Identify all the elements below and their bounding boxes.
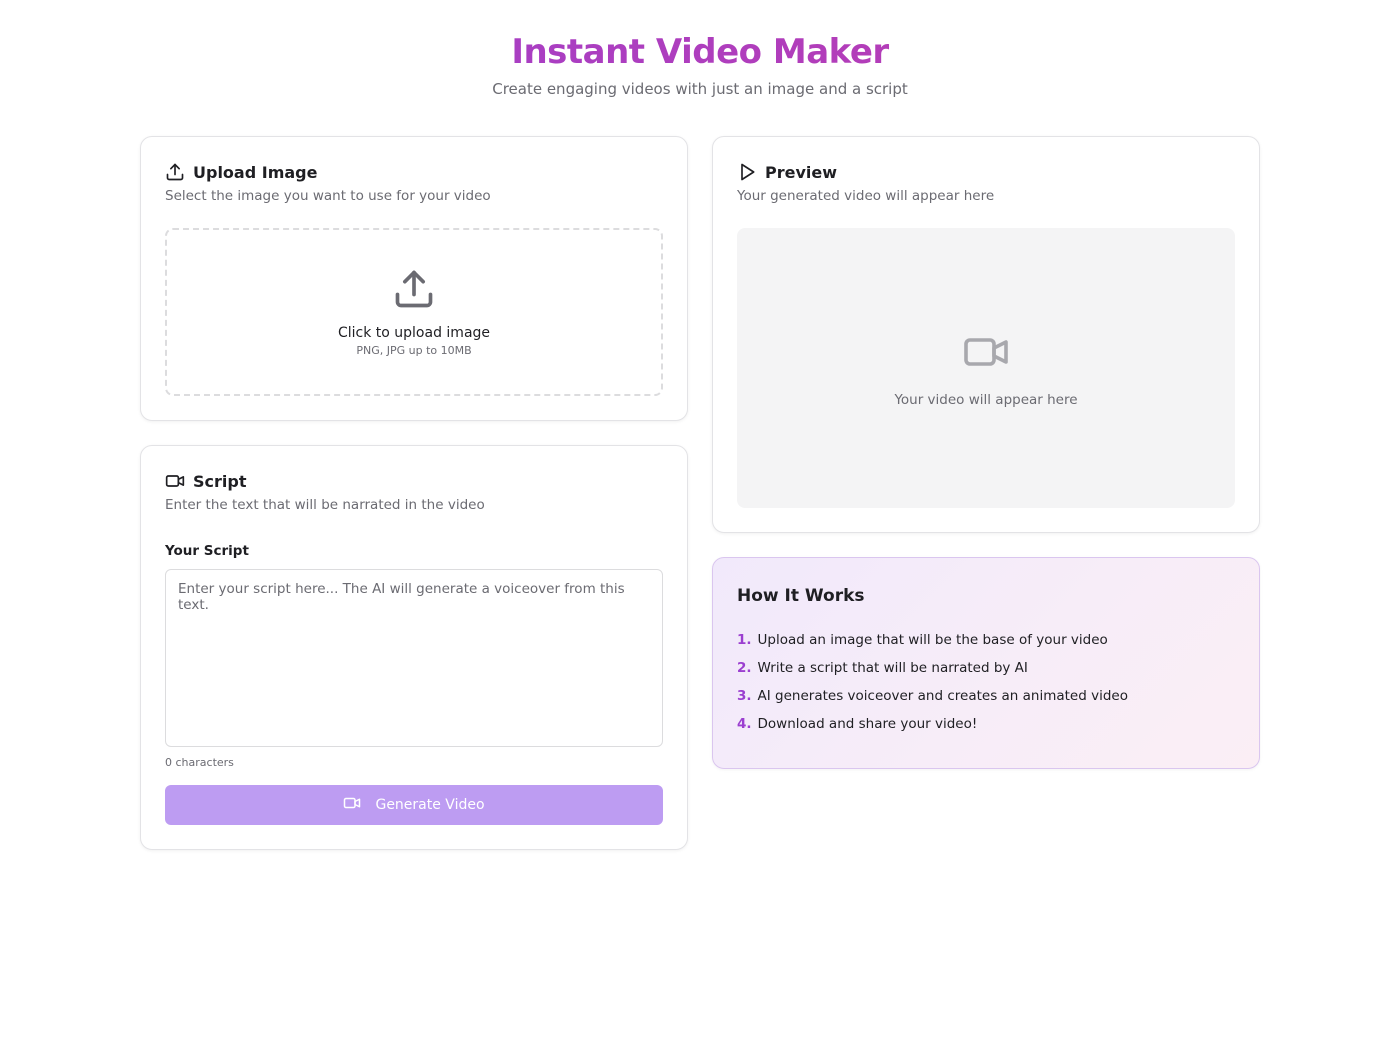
preview-card-header: Preview [737, 161, 1235, 183]
step-number: 1. [737, 632, 752, 648]
video-preview-area: Your video will appear here [737, 228, 1235, 508]
step-text: Upload an image that will be the base of… [757, 632, 1108, 648]
preview-card: Preview Your generated video will appear… [712, 136, 1260, 533]
script-input[interactable] [165, 569, 663, 747]
script-card-description: Enter the text that will be narrated in … [165, 497, 485, 513]
video-placeholder-text: Your video will appear here [894, 392, 1078, 408]
video-placeholder-icon [962, 328, 1010, 380]
script-card-header: Script [165, 470, 663, 492]
how-it-works-step: 1. Upload an image that will be the base… [737, 632, 1235, 660]
preview-card-title: Preview [765, 162, 838, 182]
script-field-label: Your Script [165, 543, 249, 559]
upload-card-description: Select the image you want to use for you… [165, 188, 491, 204]
page-header: Instant Video Maker Create engaging vide… [0, 0, 1400, 98]
step-number: 4. [737, 716, 752, 732]
video-camera-icon [165, 471, 185, 491]
upload-card: Upload Image Select the image you want t… [140, 136, 688, 421]
how-it-works-step: 4. Download and share your video! [737, 716, 1235, 744]
how-it-works-card: How It Works 1. Upload an image that wil… [712, 557, 1260, 769]
play-icon [737, 162, 757, 182]
how-it-works-step: 3. AI generates voiceover and creates an… [737, 688, 1235, 716]
upload-card-header: Upload Image [165, 161, 663, 183]
upload-large-icon [392, 267, 436, 315]
step-text: Download and share your video! [757, 716, 978, 732]
script-card: Script Enter the text that will be narra… [140, 445, 688, 850]
generate-video-button[interactable]: Generate Video [165, 785, 663, 825]
generate-video-label: Generate Video [375, 797, 485, 813]
upload-card-title: Upload Image [193, 162, 318, 182]
dropzone-hint: PNG, JPG up to 10MB [356, 344, 472, 357]
main-grid: Upload Image Select the image you want t… [140, 136, 1260, 850]
preview-card-description: Your generated video will appear here [737, 188, 995, 204]
step-number: 2. [737, 660, 752, 676]
upload-icon [165, 162, 185, 182]
button-video-camera-icon [343, 794, 361, 816]
how-it-works-step: 2. Write a script that will be narrated … [737, 660, 1235, 688]
script-card-title: Script [193, 471, 247, 491]
step-text: AI generates voiceover and creates an an… [757, 688, 1128, 704]
app-subtitle: Create engaging videos with just an imag… [492, 80, 908, 98]
dropzone-label: Click to upload image [337, 325, 491, 341]
character-count: 0 characters [165, 756, 234, 769]
page: Instant Video Maker Create engaging vide… [0, 0, 1400, 1050]
how-it-works-steps: 1. Upload an image that will be the base… [737, 632, 1235, 744]
image-dropzone[interactable]: Click to upload image PNG, JPG up to 10M… [165, 228, 663, 396]
step-number: 3. [737, 688, 752, 704]
app-title: Instant Video Maker [0, 30, 1400, 74]
right-column: Preview Your generated video will appear… [712, 136, 1260, 850]
step-text: Write a script that will be narrated by … [757, 660, 1028, 676]
how-it-works-title: How It Works [737, 586, 865, 606]
left-column: Upload Image Select the image you want t… [140, 136, 688, 850]
